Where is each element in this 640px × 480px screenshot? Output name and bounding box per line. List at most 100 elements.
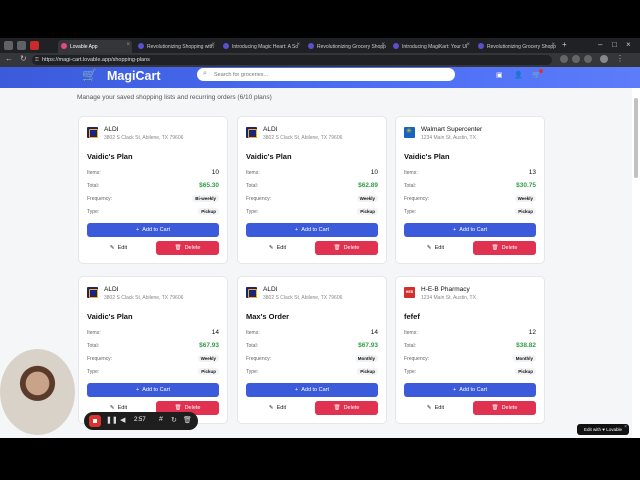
minimize-icon[interactable]: – — [598, 40, 602, 49]
tab-0[interactable]: Lovable App × — [58, 40, 132, 53]
plan-card: ALDI 3802 S Clack St, Abilene, TX 79606 … — [78, 116, 228, 264]
store-logo — [246, 287, 257, 298]
search-input[interactable] — [214, 70, 444, 79]
close-icon[interactable]: × — [296, 42, 300, 48]
close-icon[interactable]: × — [381, 42, 385, 48]
tab-5[interactable]: Revolutionizing Grocery Shopp × — [475, 40, 557, 53]
tab-label: Revolutionizing Grocery Shopp — [487, 43, 556, 50]
restart-icon[interactable]: ↻ — [171, 416, 177, 424]
store-address: 1234 Main St, Austin, TX — [421, 135, 476, 141]
total-row: Total: $38.82 — [404, 342, 536, 349]
close-icon[interactable]: × — [466, 42, 470, 48]
plan-name: Vaidic's Plan — [87, 312, 133, 321]
total-label: Total: — [246, 183, 258, 189]
store-name: Walmart Supercenter — [421, 126, 483, 133]
url-text: https://magi-cart.lovable.app/shopping-p… — [42, 57, 150, 63]
edit-button[interactable]: ✎ Edit — [404, 241, 467, 255]
close-icon[interactable]: × — [126, 42, 130, 48]
record-time: 2:57 — [134, 417, 146, 423]
items-label: Items: — [246, 330, 260, 336]
close-icon[interactable]: × — [624, 422, 627, 433]
recording-icon[interactable] — [30, 41, 39, 50]
stop-record-button[interactable] — [89, 415, 101, 427]
url-field[interactable]: ⚿ https://magi-cart.lovable.app/shopping-… — [32, 55, 552, 65]
orders-icon[interactable]: ▣ — [496, 71, 503, 79]
browser-menu-icon[interactable]: ⋮ — [616, 54, 624, 63]
total-row: Total: $67.93 — [246, 342, 378, 349]
add-to-cart-button[interactable]: + Add to Cart — [246, 223, 378, 237]
type-badge: Pickup — [198, 208, 219, 215]
pause-icon[interactable]: ❚❚ — [106, 416, 118, 424]
total-label: Total: — [404, 183, 416, 189]
tab-2[interactable]: Introducing Magic Heart: A So × — [220, 40, 302, 53]
items-value: 10 — [370, 169, 378, 176]
total-label: Total: — [246, 343, 258, 349]
reload-icon[interactable]: ↻ — [20, 54, 27, 63]
close-icon[interactable]: × — [211, 42, 215, 48]
grid-icon[interactable]: # — [159, 416, 163, 423]
add-to-cart-label: Add to Cart — [301, 387, 330, 393]
scrollbar-thumb[interactable] — [634, 98, 638, 178]
new-tab-icon[interactable]: + — [562, 40, 567, 49]
delete-button[interactable]: 🗑 Delete — [473, 241, 536, 255]
add-to-cart-button[interactable]: + Add to Cart — [87, 223, 219, 237]
add-to-cart-label: Add to Cart — [142, 387, 171, 393]
plan-name: Vaidic's Plan — [246, 152, 292, 161]
add-to-cart-button[interactable]: + Add to Cart — [404, 383, 536, 397]
lovable-badge[interactable]: Edit with ♥ Lovable × — [577, 424, 629, 435]
edit-button[interactable]: ✎ Edit — [404, 401, 467, 415]
mute-icon[interactable]: ◀ — [120, 416, 125, 424]
delete-button[interactable]: 🗑 Delete — [315, 241, 378, 255]
extension-icon[interactable] — [572, 55, 580, 63]
tab-3[interactable]: Revolutionizing Grocery Shopp × — [305, 40, 387, 53]
plan-name: Max's Order — [246, 312, 290, 321]
tab-label: Revolutionizing Shopping with — [147, 43, 214, 50]
frequency-row: Frequency: Weekly — [404, 195, 536, 202]
store-logo — [246, 127, 257, 138]
cart-logo-icon: 🛒 — [82, 68, 97, 82]
items-label: Items: — [404, 170, 418, 176]
delete-label: Delete — [343, 245, 360, 251]
tab-actions-icon[interactable] — [17, 41, 26, 50]
edit-button[interactable]: ✎ Edit — [246, 241, 309, 255]
delete-button[interactable]: 🗑 Delete — [156, 241, 219, 255]
profile-avatar[interactable] — [600, 55, 608, 63]
search-bar[interactable]: ⌕ — [197, 68, 455, 81]
store-address: 3802 S Clack St, Abilene, TX 79606 — [263, 135, 343, 141]
delete-button[interactable]: 🗑 Delete — [473, 401, 536, 415]
tab-1[interactable]: Revolutionizing Shopping with × — [135, 40, 217, 53]
letterbox-bottom — [0, 438, 640, 480]
extension-icon[interactable] — [560, 55, 568, 63]
add-to-cart-button[interactable]: + Add to Cart — [246, 383, 378, 397]
trash-icon[interactable]: 🗑 — [183, 416, 192, 424]
plan-card: Walmart Supercenter 1234 Main St, Austin… — [395, 116, 545, 264]
type-row: Type: Pickup — [404, 368, 536, 375]
type-label: Type: — [246, 369, 259, 375]
app-logo[interactable]: MagiCart — [107, 69, 160, 83]
add-to-cart-button[interactable]: + Add to Cart — [87, 383, 219, 397]
app-menu-icon[interactable] — [4, 41, 13, 50]
store-name: ALDI — [263, 126, 278, 133]
tab-favicon-icon — [478, 43, 484, 49]
edit-label: Edit — [434, 245, 445, 251]
window-controls-left — [4, 41, 39, 50]
type-badge: Pickup — [515, 368, 536, 375]
delete-button[interactable]: 🗑 Delete — [315, 401, 378, 415]
total-row: Total: $62.89 — [246, 182, 378, 189]
edit-button[interactable]: ✎ Edit — [87, 241, 150, 255]
edit-button[interactable]: ✎ Edit — [246, 401, 309, 415]
user-icon[interactable]: 👤 — [514, 71, 523, 79]
tab-4[interactable]: Introducing MagiKart: Your UI × — [390, 40, 472, 53]
add-to-cart-button[interactable]: + Add to Cart — [404, 223, 536, 237]
window-close-icon[interactable]: × — [626, 40, 631, 49]
items-value: 14 — [211, 329, 219, 336]
close-icon[interactable]: × — [551, 42, 555, 48]
scrollbar[interactable] — [632, 88, 640, 438]
frequency-row: Frequency: Weekly — [246, 195, 378, 202]
maximize-icon[interactable]: □ — [612, 40, 617, 49]
delete-label: Delete — [501, 405, 518, 411]
store-name: H-E-B Pharmacy — [421, 286, 470, 293]
items-row: Items: 14 — [87, 329, 219, 336]
extension-icon[interactable] — [584, 55, 592, 63]
back-icon[interactable]: ← — [5, 54, 13, 63]
